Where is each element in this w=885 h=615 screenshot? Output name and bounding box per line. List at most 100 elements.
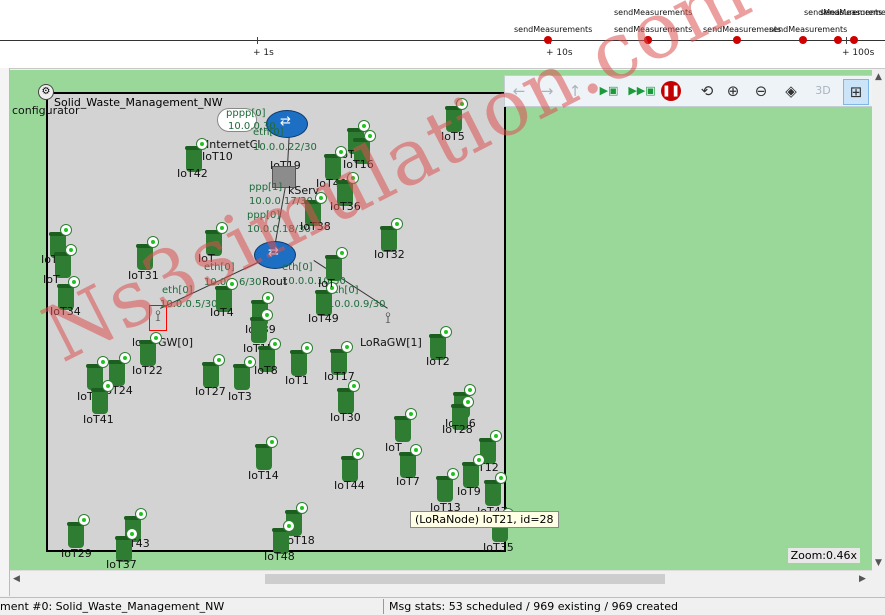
layers-button[interactable]: ◈ [779,79,803,103]
trash-bin-icon [136,244,154,270]
iot-node[interactable] [399,444,422,478]
status-pin-icon [150,332,162,344]
trash-bin-icon [250,317,268,343]
vertical-scrollbar[interactable]: ▲ ▼ [872,70,885,570]
timeline-tick-label: + 100s [842,48,875,58]
iot-node[interactable] [91,380,114,414]
timeline-event-label: sendMeasurements [769,25,848,34]
trash-bin-icon [484,480,502,506]
iot-node-label: IoT8 [254,364,278,377]
iot-node-label: IoT30 [330,411,361,424]
iot-node-label: IoT48 [264,550,295,563]
iot-node[interactable] [136,236,159,270]
status-pin-icon [126,528,138,540]
status-pin-icon [119,352,131,364]
timeline-tick [257,37,258,44]
forward-button[interactable]: → [535,79,559,103]
iot-node[interactable] [462,454,485,488]
scroll-right-icon[interactable]: ▶ [859,574,866,584]
iot-node[interactable] [233,356,256,390]
interface-address-label: ppp[1] [249,182,283,193]
back-button[interactable]: ← [507,79,531,103]
timeline-event-marker[interactable] [850,36,858,44]
run-express-button[interactable]: ▶▶▣ [627,79,657,103]
status-pin-icon [410,444,422,456]
iot-node-label: IoT5 [441,130,465,143]
iot-node[interactable] [436,468,459,502]
stop-button[interactable]: ❚❚ [661,81,681,101]
status-pin-icon [315,192,327,204]
run-fast-button[interactable]: ▶▣ [597,79,621,103]
scrollbar-thumb[interactable] [265,574,665,584]
iot-node-label: IoT3 [228,390,252,403]
status-pin-icon [213,354,225,366]
iot-node-label: IoT31 [128,269,159,282]
antenna-icon[interactable]: ⟟ [380,308,396,332]
iot-node[interactable] [67,514,90,548]
iot-node-label: IoT16 [343,158,374,171]
scroll-down-icon[interactable]: ▼ [875,558,882,568]
trash-bin-icon [67,522,85,548]
iot-node-label: IoT42 [177,167,208,180]
status-pin-icon [335,146,347,158]
status-pin-icon [301,342,313,354]
iot-node[interactable] [290,342,313,376]
iot-node[interactable] [445,98,468,132]
timeline-event-marker[interactable] [544,36,552,44]
timeline-event-marker[interactable] [799,36,807,44]
iot-node-label: IoT22 [132,364,163,377]
interface-address-label: eth[0] [253,127,284,138]
canvas-toolbar: ← → ↑ ▶▣ ▶▶▣ ❚❚ ⟲ ⊕ ⊖ ◈ 3D ⊞ [504,75,873,107]
layout-toggle-button[interactable]: ⊞ [843,79,869,105]
refresh-layout-button[interactable]: ⟲ [695,79,719,103]
status-pin-icon [490,430,502,442]
iot-node[interactable] [394,408,417,442]
status-pin-icon [226,278,238,290]
horizontal-scrollbar[interactable]: ◀ ▶ [10,570,872,587]
timeline-event-marker[interactable] [733,36,741,44]
timeline-event-label: sendMeasurements [820,8,885,17]
left-panel-strip [0,68,10,596]
iot-node[interactable] [202,354,225,388]
configurator-icon[interactable]: ⚙ [38,84,54,100]
iot-node[interactable] [341,448,364,482]
status-pin-icon [60,224,72,236]
event-timeline[interactable]: + 1s + 10s + 100s sendMeasurements sendMeasu… [0,0,885,69]
iot-node[interactable] [337,380,360,414]
network-canvas[interactable]: Solid_Waste_Management_NW ⚙ configurator… [10,70,872,570]
status-pin-icon [341,341,353,353]
gateway0-label: GW[0] [158,336,193,349]
iot-node-label: IoT [198,252,215,265]
iot-node-label: IoT1 [285,374,309,387]
iot-node[interactable] [255,436,278,470]
trash-bin-icon [445,106,463,132]
status-pin-icon [352,448,364,460]
iot-node-label: IoT28 [442,423,473,436]
zoom-in-button[interactable]: ⊕ [721,79,745,103]
status-pin-icon [78,514,90,526]
timeline-event-marker[interactable] [644,36,652,44]
scroll-up-icon[interactable]: ▲ [875,72,882,82]
iot-node[interactable] [139,332,162,366]
zoom-out-button[interactable]: ⊖ [749,79,773,103]
status-pin-icon [405,408,417,420]
status-bar: ment #0: Solid_Waste_Management_NW Msg s… [0,597,885,615]
iot-node-label: IoT14 [248,469,279,482]
three-d-button[interactable]: 3D [811,79,835,103]
trash-bin-icon [255,444,273,470]
iot-node-label: IoT29 [61,547,92,560]
gateway1-label: LoRaGW[1] [360,336,422,349]
iot-node-label: IoT34 [50,305,81,318]
timeline-tick-label: + 1s [253,48,274,58]
iot-node-label: IoT27 [195,385,226,398]
status-pin-icon [266,436,278,448]
status-pin-icon [391,218,403,230]
iot-node-label: IoT41 [83,413,114,426]
scroll-left-icon[interactable]: ◀ [13,574,20,584]
iot-node[interactable] [250,309,273,343]
up-button[interactable]: ↑ [563,79,587,103]
timeline-event-marker[interactable] [834,36,842,44]
iot-node[interactable] [484,472,507,506]
timeline-tick-label: + 10s [546,48,573,58]
timeline-event-label: sendMeasurements [514,25,593,34]
